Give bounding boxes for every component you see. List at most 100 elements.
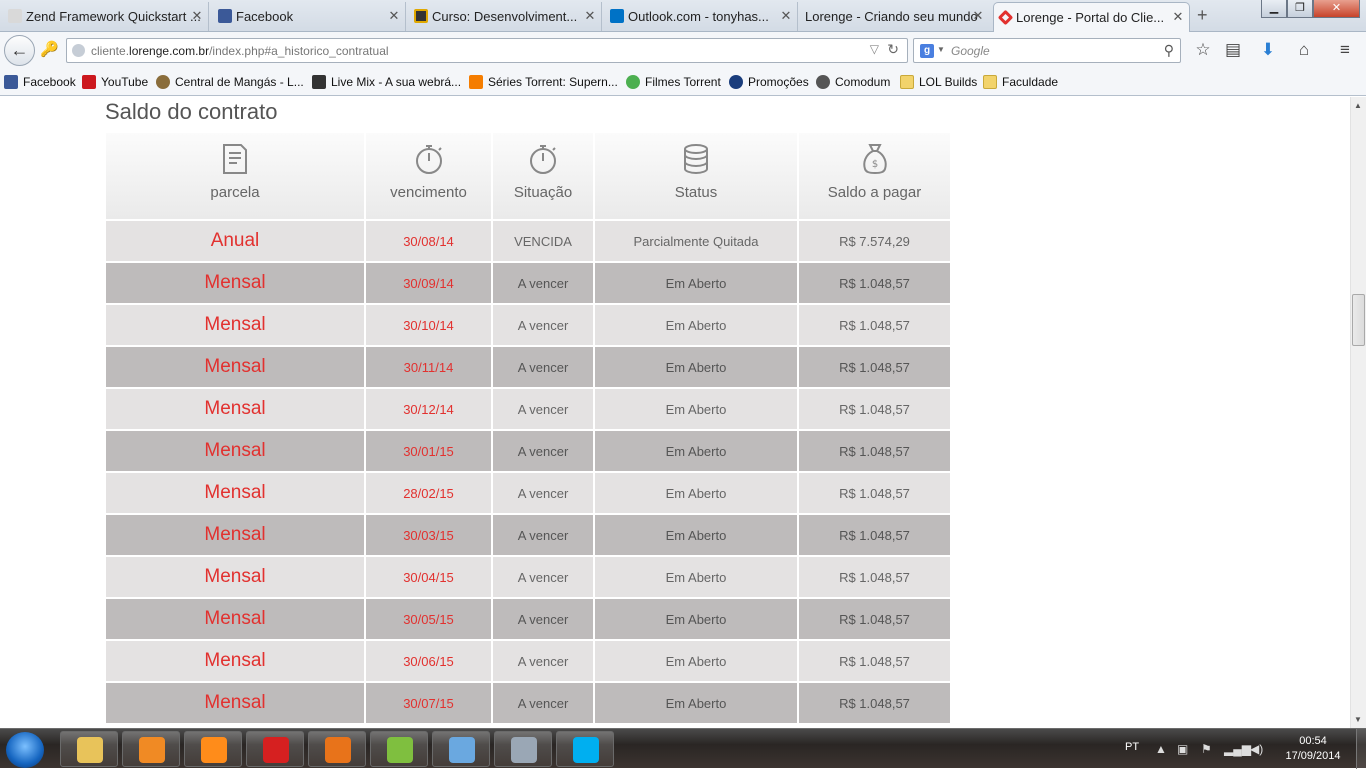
device-icon[interactable]: ▣ xyxy=(1177,742,1188,756)
gear-icon xyxy=(816,75,830,89)
taskbar-button[interactable] xyxy=(60,731,118,767)
search-bar[interactable]: g ▼ Google ⚲ xyxy=(913,38,1181,63)
cell-parcela: Mensal xyxy=(106,389,364,429)
cell-situacao: A vencer xyxy=(493,515,593,555)
close-icon[interactable]: ✕ xyxy=(190,8,204,24)
vertical-scrollbar[interactable]: ▲ ▼ xyxy=(1350,97,1366,729)
folder-icon xyxy=(983,75,997,89)
search-engine-dropdown-icon[interactable]: ▼ xyxy=(937,45,945,54)
bookmark-filmes-torrent[interactable]: Filmes Torrent xyxy=(626,75,721,89)
flag-icon[interactable]: ⚑ xyxy=(1201,742,1212,756)
table-row: Mensal 30/03/15 A vencer Em Aberto R$ 1.048,… xyxy=(106,515,950,555)
cell-parcela: Mensal xyxy=(106,347,364,387)
table-row: Mensal 30/07/15 A vencer Em Aberto R$ 1.048,… xyxy=(106,683,950,723)
tab-outlook[interactable]: Outlook.com - tonyhas... ✕ xyxy=(606,2,798,31)
cell-parcela: Mensal xyxy=(106,557,364,597)
bookmark-youtube[interactable]: YouTube xyxy=(82,75,148,89)
tab-lorenge-portal[interactable]: Lorenge - Portal do Clie... ✕ xyxy=(993,2,1190,32)
tab-lorenge-site[interactable]: Lorenge - Criando seu mundo ✕ xyxy=(783,2,989,31)
volume-icon[interactable]: ◀) xyxy=(1250,742,1263,756)
cell-vencimento: 30/08/14 xyxy=(366,221,491,261)
taskbar-button[interactable] xyxy=(432,731,490,767)
stopwatch-icon xyxy=(530,145,556,174)
bookmark-facebook[interactable]: Facebook xyxy=(4,75,76,89)
taskbar-button[interactable] xyxy=(122,731,180,767)
cell-vencimento: 30/01/15 xyxy=(366,431,491,471)
taskbar-button[interactable] xyxy=(556,731,614,767)
cell-situacao: A vencer xyxy=(493,347,593,387)
tray-expand-icon[interactable]: ▲ xyxy=(1155,742,1167,756)
cell-saldo: R$ 7.574,29 xyxy=(799,221,950,261)
scroll-down-icon[interactable]: ▼ xyxy=(1354,715,1362,724)
search-placeholder: Google xyxy=(951,44,990,58)
language-indicator[interactable]: PT xyxy=(1125,741,1139,753)
taskbar-button[interactable] xyxy=(494,731,552,767)
scroll-up-icon[interactable]: ▲ xyxy=(1354,101,1362,110)
start-button[interactable] xyxy=(6,732,44,768)
bookmark-lol-builds[interactable]: LOL Builds xyxy=(900,75,977,89)
network-signal-icon[interactable]: ▂▄▆ xyxy=(1224,742,1251,756)
url-bar[interactable]: cliente.lorenge.com.br/index.php#a_histo… xyxy=(66,38,908,63)
new-tab-button[interactable]: + xyxy=(1197,5,1208,26)
tab-facebook[interactable]: Facebook ✕ xyxy=(214,2,406,31)
table-row: Anual 30/08/14 VENCIDA Parcialmente Quitada… xyxy=(106,221,950,261)
close-icon[interactable]: ✕ xyxy=(971,8,985,24)
google-icon[interactable]: g xyxy=(920,44,934,58)
cell-parcela: Mensal xyxy=(106,683,364,723)
table-row: Mensal 30/04/15 A vencer Em Aberto R$ 1.048,… xyxy=(106,557,950,597)
tab-bar: Zend Framework Quickstart ... ✕ Facebook… xyxy=(0,0,1366,32)
close-icon[interactable]: ✕ xyxy=(387,8,401,24)
home-icon[interactable]: ⌂ xyxy=(1294,40,1314,60)
bookmark-central-mangas[interactable]: Central de Mangás - L... xyxy=(156,75,304,89)
cell-parcela: Mensal xyxy=(106,473,364,513)
skype-icon xyxy=(573,737,599,763)
system-clock[interactable]: 00:54 17/09/2014 xyxy=(1278,734,1348,764)
cell-situacao: A vencer xyxy=(493,641,593,681)
minimize-button[interactable]: ▁ xyxy=(1261,0,1287,18)
reload-icon[interactable]: ↻ xyxy=(887,41,899,58)
show-desktop-button[interactable] xyxy=(1356,729,1366,769)
reading-list-icon[interactable]: ▤ xyxy=(1223,40,1243,60)
navigation-bar: ← 🔑 cliente.lorenge.com.br/index.php#a_h… xyxy=(0,32,1366,69)
star-bookmark-icon[interactable]: ☆ xyxy=(1193,40,1213,60)
cell-status: Em Aberto xyxy=(595,599,797,639)
equalizer-icon xyxy=(312,75,326,89)
tab-curso[interactable]: Curso: Desenvolviment... ✕ xyxy=(410,2,602,31)
cell-vencimento: 30/04/15 xyxy=(366,557,491,597)
taskbar-button[interactable] xyxy=(246,731,304,767)
url-text[interactable]: cliente.lorenge.com.br/index.php#a_histo… xyxy=(91,44,389,58)
close-window-button[interactable]: ✕ xyxy=(1313,0,1360,18)
bookmark-live-mix[interactable]: Live Mix - A sua webrá... xyxy=(312,75,461,89)
key-icon[interactable]: 🔑 xyxy=(40,40,59,58)
taskbar-button[interactable] xyxy=(308,731,366,767)
cell-situacao: A vencer xyxy=(493,389,593,429)
tab-label: Curso: Desenvolviment... xyxy=(432,9,578,24)
url-dropdown-icon[interactable]: ▽ xyxy=(870,42,879,56)
taskbar-button[interactable] xyxy=(370,731,428,767)
outlook-favicon-icon xyxy=(610,9,624,23)
cell-saldo: R$ 1.048,57 xyxy=(799,557,950,597)
document-icon xyxy=(223,144,247,174)
close-icon[interactable]: ✕ xyxy=(583,8,597,24)
menu-icon[interactable]: ≡ xyxy=(1335,40,1355,60)
back-button[interactable]: ← xyxy=(4,35,35,66)
download-icon[interactable]: ⬇ xyxy=(1258,40,1278,60)
cell-saldo: R$ 1.048,57 xyxy=(799,431,950,471)
tab-zend[interactable]: Zend Framework Quickstart ... ✕ xyxy=(4,2,209,31)
site-identity-icon[interactable] xyxy=(72,44,85,57)
scrollbar-thumb[interactable] xyxy=(1352,294,1365,346)
table-row: Mensal 30/12/14 A vencer Em Aberto R$ 1.048,… xyxy=(106,389,950,429)
bookmark-faculdade[interactable]: Faculdade xyxy=(983,75,1058,89)
bookmark-comodum[interactable]: Comodum xyxy=(816,75,890,89)
tab-label: Facebook xyxy=(236,9,294,24)
cell-saldo: R$ 1.048,57 xyxy=(799,305,950,345)
search-icon[interactable]: ⚲ xyxy=(1164,42,1174,59)
bookmark-promocoes[interactable]: Promoções xyxy=(729,75,809,89)
svg-text:$: $ xyxy=(871,159,877,170)
cell-situacao: A vencer xyxy=(493,473,593,513)
table-row: Mensal 30/05/15 A vencer Em Aberto R$ 1.048,… xyxy=(106,599,950,639)
bookmark-series-torrent[interactable]: Séries Torrent: Supern... xyxy=(469,75,618,89)
taskbar-button[interactable] xyxy=(184,731,242,767)
close-icon[interactable]: ✕ xyxy=(1171,9,1185,25)
maximize-button[interactable]: ❐ xyxy=(1287,0,1313,18)
